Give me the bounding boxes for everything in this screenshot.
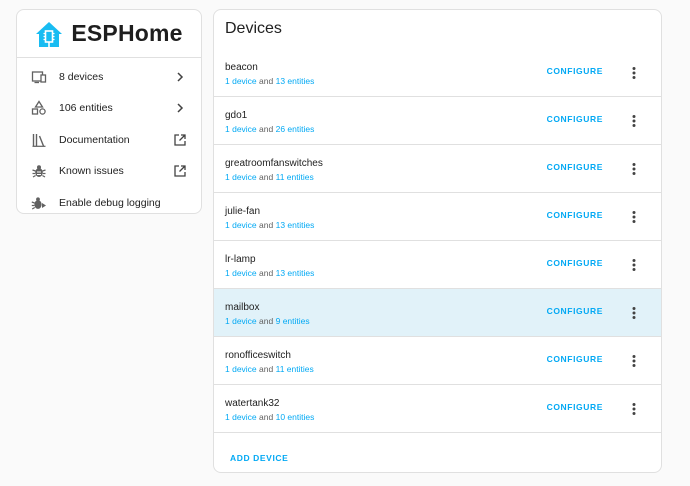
device-count-link[interactable]: 1 device	[225, 316, 257, 326]
menu-item-devices[interactable]: 8 devices	[17, 61, 201, 93]
chevron-right-icon	[173, 101, 187, 115]
device-summary: 1 device and 26 entities	[225, 124, 314, 134]
device-row[interactable]: beacon 1 device and 13 entities CONFIGUR…	[214, 49, 661, 97]
device-count-link[interactable]: 1 device	[225, 172, 257, 182]
configure-button[interactable]: CONFIGURE	[547, 306, 603, 316]
device-name: greatroomfanswitches	[225, 158, 323, 169]
device-summary: 1 device and 13 entities	[225, 268, 314, 278]
chevron-right-icon	[173, 70, 187, 84]
shapes-icon	[31, 100, 47, 116]
device-summary: 1 device and 10 entities	[225, 412, 314, 422]
bug-icon	[31, 163, 47, 179]
device-row[interactable]: gdo1 1 device and 26 entities CONFIGURE	[214, 97, 661, 145]
configure-button[interactable]: CONFIGURE	[547, 402, 603, 412]
device-summary-and: and	[259, 316, 274, 326]
device-name: julie-fan	[225, 206, 261, 217]
esphome-house-icon	[35, 20, 63, 48]
menu-item-label: 106 entities	[59, 102, 113, 115]
configure-button[interactable]: CONFIGURE	[547, 66, 603, 76]
entity-count-link[interactable]: 13 entities	[276, 268, 315, 278]
entity-count-link[interactable]: 13 entities	[276, 220, 315, 230]
menu-item-label: 8 devices	[59, 70, 104, 83]
library-books-icon	[31, 132, 47, 148]
device-row[interactable]: watertank32 1 device and 10 entities CON…	[214, 385, 661, 433]
entity-count-link[interactable]: 26 entities	[276, 124, 315, 134]
devices-title: Devices	[225, 20, 282, 37]
device-summary: 1 device and 13 entities	[225, 220, 314, 230]
menu-item-documentation[interactable]: Documentation	[17, 124, 201, 156]
more-vert-icon[interactable]	[626, 257, 642, 273]
brand-name: ESPHome	[71, 20, 183, 46]
devices-icon	[31, 69, 47, 85]
device-count-link[interactable]: 1 device	[225, 268, 257, 278]
bug-play-icon	[31, 195, 47, 211]
device-summary-and: and	[259, 412, 274, 422]
device-summary-and: and	[259, 76, 274, 86]
entity-count-link[interactable]: 11 entities	[276, 172, 314, 182]
device-count-link[interactable]: 1 device	[225, 76, 257, 86]
device-name: mailbox	[225, 302, 260, 313]
entity-count-link[interactable]: 13 entities	[276, 76, 315, 86]
more-vert-icon[interactable]	[626, 161, 642, 177]
menu-item-label: Known issues	[59, 165, 124, 178]
device-count-link[interactable]: 1 device	[225, 124, 257, 134]
configure-button[interactable]: CONFIGURE	[547, 114, 603, 124]
device-summary-and: and	[259, 268, 274, 278]
device-summary-and: and	[259, 124, 274, 134]
device-summary-and: and	[259, 172, 274, 182]
device-name: lr-lamp	[225, 254, 256, 265]
open-in-new-icon	[173, 164, 187, 178]
device-name: beacon	[225, 62, 258, 73]
device-count-link[interactable]: 1 device	[225, 364, 257, 374]
device-summary: 1 device and 13 entities	[225, 76, 314, 86]
integration-info-card: ESPHome 8 devices 106 entities Documenta…	[16, 9, 202, 214]
entity-count-link[interactable]: 9 entities	[276, 316, 310, 326]
more-vert-icon[interactable]	[626, 353, 642, 369]
add-device-button[interactable]: ADD DEVICE	[230, 453, 288, 463]
device-row[interactable]: ronofficeswitch 1 device and 11 entities…	[214, 337, 661, 385]
menu-item-label: Documentation	[59, 133, 130, 146]
menu-item-known-issues[interactable]: Known issues	[17, 156, 201, 188]
more-vert-icon[interactable]	[626, 305, 642, 321]
menu-item-trail-empty	[173, 196, 187, 210]
device-name: ronofficeswitch	[225, 350, 291, 361]
configure-button[interactable]: CONFIGURE	[547, 162, 603, 172]
device-row[interactable]: mailbox 1 device and 9 entities CONFIGUR…	[214, 289, 661, 337]
entity-count-link[interactable]: 11 entities	[276, 364, 314, 374]
integration-menu: 8 devices 106 entities Documentation Kno…	[17, 58, 201, 219]
entity-count-link[interactable]: 10 entities	[276, 412, 315, 422]
device-summary: 1 device and 11 entities	[225, 172, 314, 182]
more-vert-icon[interactable]	[626, 401, 642, 417]
device-summary-and: and	[259, 220, 274, 230]
device-row[interactable]: lr-lamp 1 device and 13 entities CONFIGU…	[214, 241, 661, 289]
device-summary-and: and	[259, 364, 274, 374]
device-row[interactable]: julie-fan 1 device and 13 entities CONFI…	[214, 193, 661, 241]
open-in-new-icon	[173, 133, 187, 147]
device-name: gdo1	[225, 110, 248, 121]
device-row[interactable]: greatroomfanswitches 1 device and 11 ent…	[214, 145, 661, 193]
menu-item-entities[interactable]: 106 entities	[17, 93, 201, 125]
configure-button[interactable]: CONFIGURE	[547, 354, 603, 364]
device-summary: 1 device and 9 entities	[225, 316, 310, 326]
device-count-link[interactable]: 1 device	[225, 220, 257, 230]
brand-header: ESPHome	[17, 10, 201, 58]
device-count-link[interactable]: 1 device	[225, 412, 257, 422]
more-vert-icon[interactable]	[626, 209, 642, 225]
more-vert-icon[interactable]	[626, 113, 642, 129]
more-vert-icon[interactable]	[626, 65, 642, 81]
device-summary: 1 device and 11 entities	[225, 364, 314, 374]
device-name: watertank32	[225, 398, 280, 409]
devices-card: Devices beacon 1 device and 13 entities …	[213, 9, 662, 473]
configure-button[interactable]: CONFIGURE	[547, 210, 603, 220]
menu-item-label: Enable debug logging	[59, 196, 161, 209]
menu-item-debug-logging[interactable]: Enable debug logging	[17, 187, 201, 219]
configure-button[interactable]: CONFIGURE	[547, 258, 603, 268]
